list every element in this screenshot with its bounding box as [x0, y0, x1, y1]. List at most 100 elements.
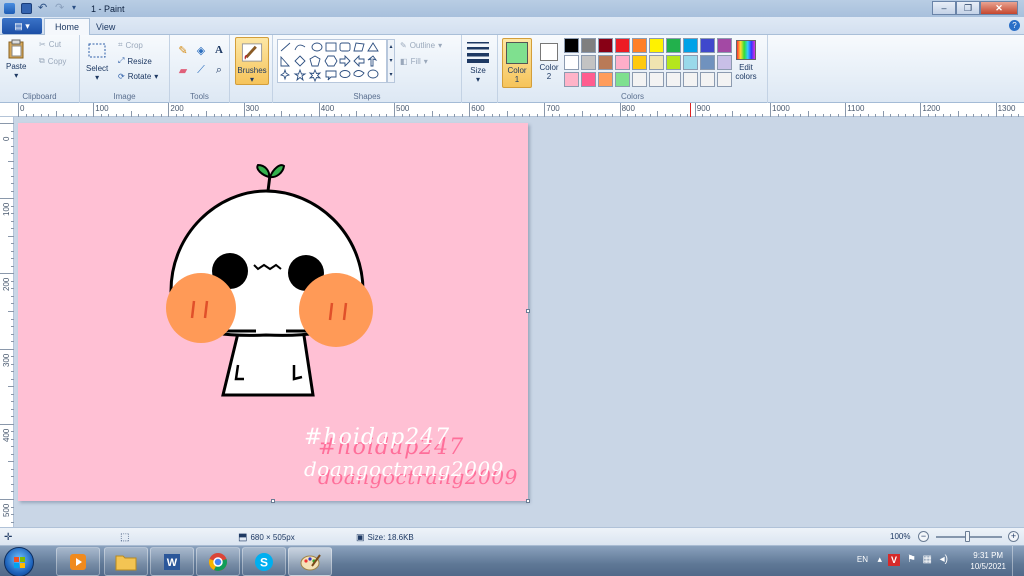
fill-bucket-icon[interactable]: ◈ — [194, 43, 208, 57]
expand-tray-icon[interactable]: ▴ — [877, 554, 882, 565]
customize-toolbar-icon[interactable]: ▾ — [72, 3, 83, 14]
zoom-slider-thumb[interactable] — [965, 531, 970, 542]
zoom-out-button[interactable]: − — [918, 531, 929, 542]
clock[interactable]: 9:31 PM 10/5/2021 — [970, 550, 1006, 572]
ruler-label: 1200 — [922, 104, 941, 113]
ruler-label: 400 — [2, 428, 11, 442]
copy-button[interactable]: ⧉ Copy — [39, 56, 66, 66]
vertical-ruler: 0 100 200 300 400 500 — [0, 117, 14, 527]
ruler-label: 0 — [20, 104, 25, 113]
paint-app-icon[interactable] — [4, 3, 15, 14]
taskbar-skype[interactable]: S — [242, 547, 286, 576]
outline-button[interactable]: ✎ Outline ▾ — [400, 41, 442, 50]
ribbon-tabs: ▤ ▾ Home View ? — [0, 17, 1024, 35]
ruler-tick — [0, 123, 14, 124]
paste-label: Paste — [6, 62, 27, 71]
ruler-tick — [0, 348, 14, 350]
clock-time: 9:31 PM — [973, 551, 1004, 560]
fill-button[interactable]: ◧ Fill ▾ — [400, 57, 428, 66]
ruler-tick — [93, 103, 95, 117]
help-icon[interactable]: ? — [1009, 20, 1020, 31]
ruler-label: 500 — [396, 104, 410, 113]
watermark-text-2: doangoctrang2009 — [304, 457, 504, 481]
ruler-label: 1100 — [847, 104, 865, 113]
tab-view[interactable]: View — [86, 18, 125, 35]
network-icon[interactable]: ▦ — [923, 554, 932, 565]
sprout-leaf-right — [268, 164, 286, 179]
skype-icon: S — [255, 552, 273, 571]
paste-button[interactable]: Paste ▾ — [6, 39, 26, 80]
window-title: 1 - Paint — [91, 3, 125, 14]
file-menu-button[interactable]: ▤ ▾ — [2, 18, 42, 34]
tab-home[interactable]: Home — [44, 18, 91, 35]
canvas-resize-handle-right[interactable] — [526, 309, 530, 313]
select-label: Select — [86, 64, 109, 73]
chevron-down-icon: ▾ — [438, 41, 443, 50]
pencil-icon[interactable]: ✎ — [176, 43, 190, 57]
taskbar-word[interactable]: W — [150, 547, 194, 576]
select-button[interactable]: Select ▾ — [86, 41, 108, 82]
chevron-down-icon: ▾ — [95, 73, 100, 82]
ruler-tick — [318, 103, 320, 117]
chevron-down-icon: ▾ — [14, 71, 19, 80]
canvas-resize-handle-bottom[interactable] — [271, 499, 275, 503]
volume-icon[interactable]: ◂) — [940, 554, 948, 565]
close-button[interactable]: ✕ — [980, 1, 1018, 15]
ruler-label: 700 — [546, 104, 560, 113]
ruler-tick — [0, 198, 14, 200]
chevron-down-icon: ▾ — [154, 72, 159, 81]
size-button[interactable]: Size ▾ — [465, 39, 491, 84]
rotate-icon: ⟳ — [118, 72, 125, 81]
ruler-tick — [619, 103, 621, 117]
taskbar-media-player[interactable] — [56, 547, 100, 576]
ruler-tick — [920, 103, 922, 117]
taskbar-explorer[interactable] — [104, 547, 148, 576]
image-dimensions: ⬒ 680 × 505px — [238, 532, 295, 543]
ribbon: Paste ▾ ✂ Cut ⧉ Copy Clipboard Select ▾ … — [0, 35, 1024, 103]
text-tool-icon[interactable]: A — [212, 43, 226, 57]
restore-button[interactable]: ❐ — [956, 1, 980, 15]
action-center-icon[interactable]: ⚑ — [907, 554, 916, 565]
ruler-label: 900 — [696, 104, 711, 113]
color-picker-icon[interactable]: ⟋ — [194, 63, 208, 77]
disk-icon: ▣ — [356, 532, 365, 542]
undo-icon[interactable]: ↶ — [38, 3, 49, 14]
start-button[interactable] — [4, 547, 34, 576]
taskbar-paint[interactable] — [288, 547, 332, 576]
clock-date: 10/5/2021 — [970, 562, 1006, 571]
windows-logo-icon — [14, 557, 25, 568]
save-icon[interactable] — [21, 3, 32, 14]
magnifier-icon[interactable]: ⌕ — [212, 63, 226, 77]
zoom-in-button[interactable]: + — [1008, 531, 1019, 542]
show-desktop-button[interactable] — [1012, 546, 1024, 576]
selection-size: ⬚ — [120, 532, 129, 543]
title-bar: ↶ ↷ ▾ 1 - Paint – ❐ ✕ — [0, 0, 1024, 17]
cut-button[interactable]: ✂ Cut — [39, 40, 61, 49]
taskbar-chrome[interactable] — [196, 547, 240, 576]
redo-icon[interactable]: ↷ — [55, 3, 66, 14]
ruler-label: 600 — [471, 104, 485, 113]
outline-icon: ✎ — [400, 41, 407, 50]
brushes-button[interactable]: Brushes ▾ — [235, 37, 269, 85]
crop-button[interactable]: ⌗ Crop — [118, 40, 143, 50]
selection-icon: ⬚ — [120, 532, 130, 543]
folder-icon — [115, 555, 137, 570]
rotate-button[interactable]: ⟳ Rotate ▾ — [118, 72, 158, 81]
drawing-canvas[interactable]: #hoidap247 #hoidap247 doangoctrang2009 d… — [18, 123, 528, 501]
ruler-label: 100 — [2, 202, 11, 217]
ruler-tick — [243, 103, 245, 117]
minimize-button[interactable]: – — [932, 1, 956, 15]
chevron-down-icon: ▾ — [249, 75, 254, 84]
scissors-icon: ✂ — [39, 40, 46, 49]
shapes-scroll[interactable]: ▴ ▾ ▾ — [387, 39, 395, 83]
canvas-resize-handle-corner[interactable] — [526, 499, 530, 503]
ruler-tick — [845, 103, 847, 117]
antivirus-icon[interactable]: V — [888, 554, 900, 566]
status-bar: ✛ ⬚ ⬒ 680 × 505px ▣ Size: 18.6KB 100% − … — [0, 527, 1024, 545]
resize-button[interactable]: ⤢ Resize — [118, 56, 152, 66]
eraser-icon[interactable]: ▰ — [176, 63, 190, 77]
language-indicator[interactable]: EN — [857, 555, 868, 564]
shapes-gallery-icons[interactable] — [278, 40, 386, 83]
dimensions-label: 680 × 505px — [250, 533, 295, 542]
left-cheek — [166, 273, 236, 343]
